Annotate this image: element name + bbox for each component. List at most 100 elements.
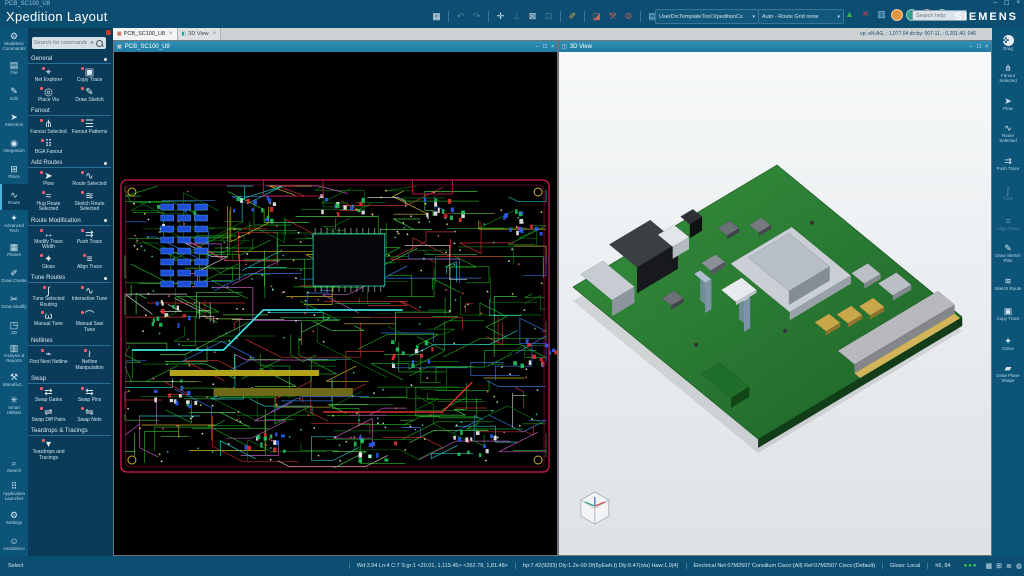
rail-planes-button[interactable]: ▦ Planes [0,236,28,262]
gloss-button[interactable]: ✦ Gloss [28,252,69,272]
rail-application-launcher-button[interactable]: ⠿ Application Launcher [0,478,28,504]
place-via-button[interactable]: ◎ Place Via [28,85,69,105]
view3d-window-titlebar[interactable]: ◫ 3D View – ☐ × [559,41,991,52]
rail-modeless-commands-button[interactable]: ⚙ Modeless Commands [0,28,28,54]
rail-plow-button[interactable]: ➤ Plow [992,88,1024,118]
rail-place-button[interactable]: ⊞ Place [0,158,28,184]
report-icon[interactable]: ▥ [875,8,888,21]
check-icon[interactable]: ▲ [843,8,856,21]
swap-pins-button[interactable]: ⇆ Swap Pins [69,385,110,405]
tab-close-icon[interactable]: × [213,31,217,37]
rail-route-button[interactable]: ∿ Route [0,184,28,210]
section-header-tune-routes[interactable]: Tune Routes [28,273,111,283]
pin-icon[interactable]: ✛ [494,10,507,23]
tune-selected-routing-button[interactable]: ∫ Tune Selected Routing [28,284,69,309]
bga-fanout-button[interactable]: ⠿ BGA Fanout [28,137,69,157]
hug-route-selected-button[interactable]: ≈ Hug Route Selected [28,189,69,214]
teardrops-and-tracings-button[interactable]: ▾ Teardrops and Tracings [28,437,69,462]
rail-draw-sketch-plan-button[interactable]: ✎ Draw Sketch Plan [992,238,1024,268]
netline-manipulation-button[interactable]: ≀ Netline Manipulation [69,347,110,372]
pcb-window-titlebar[interactable]: ▦ PCB_SC100_U8 – ☐ × [114,41,557,52]
search-icon[interactable] [96,39,103,47]
fanout-patterns-button[interactable]: ☰ Fanout Patterns [69,117,110,137]
rail-gloss-button[interactable]: ✦ Gloss [992,328,1024,358]
rail-search-button[interactable]: ⌕ Search [0,452,28,478]
layers-icon[interactable]: ≣ [1004,562,1014,570]
close-button[interactable]: × [1016,0,1020,7]
align-trace-button[interactable]: ≡ Align Trace [69,252,110,272]
rail-draw-create-button[interactable]: ✐ Draw Create [0,262,28,288]
rail-align-trace-button[interactable]: ≡ Align Trace [992,208,1024,238]
cells-icon[interactable]: ⊞ [994,562,1004,570]
find-next-netline-button[interactable]: ⌁ Find Next Netline [28,347,69,372]
rail-smart-utilities-button[interactable]: ✳ Smart Utilities [0,392,28,418]
lock-icon[interactable]: ⊠ [526,10,539,23]
copy-trace-button[interactable]: ▣ Copy Trace [69,65,110,85]
rail-draw-plane-shape-button[interactable]: ▰ Draw Plane Shape [992,358,1024,388]
rail-file-button[interactable]: ▤ File [0,54,28,80]
rail-tune-button[interactable]: ∫ Tune [992,178,1024,208]
tab-close-icon[interactable]: × [169,31,173,37]
rail-analysis-reports-button[interactable]: ▥ Analysis & Reports [0,340,28,366]
plow-button[interactable]: ➤ Plow [28,169,69,189]
rail-assistance-button[interactable]: ☺ Assistance [0,530,28,556]
manual-saw-tune-button[interactable]: ⌒ Manual Saw Tune [69,309,110,334]
draw-sketch-button[interactable]: ✎ Draw Sketch [69,85,110,105]
clear-search-icon[interactable]: × [89,40,95,47]
rail-sketch-route-button[interactable]: ≋ Sketch Route [992,268,1024,298]
net-explorer-button[interactable]: ⌖ Net Explorer [28,65,69,85]
route-selected-button[interactable]: ∿ Route Selected [69,169,110,189]
section-header-fanout[interactable]: Fanout [28,106,111,116]
rail-fanout-selected-button[interactable]: ⋔ Fanout Selected [992,58,1024,88]
rail-edit-button[interactable]: ✎ Edit [0,80,28,106]
section-header-add-routes[interactable]: Add Routes [28,158,111,168]
window-close-icon[interactable]: × [551,44,554,50]
rail-manufact-button[interactable]: ⚒ Manufact... [0,366,28,392]
interactive-tune-button[interactable]: ∿ Interactive Tune [69,284,110,309]
rail-3d-button[interactable]: ◳ 3D [0,314,28,340]
rail-integration-button[interactable]: ◉ Integration [0,132,28,158]
swap-nets-button[interactable]: ⇋ Swap Nets [69,405,110,425]
rail-route-selected-button[interactable]: ∿ Route Selected [992,118,1024,148]
panel-pin-icon[interactable] [106,30,111,35]
tab-3d-view[interactable]: ◧ 3D View × [177,28,222,40]
world-icon[interactable]: ◍ [1014,562,1024,570]
window-minimize-icon[interactable]: – [536,44,539,50]
unlock-icon[interactable]: ⊡ [542,10,555,23]
command-search-input[interactable] [32,40,89,46]
rail-settings-button[interactable]: ⚙ Settings [0,504,28,530]
tab-pcb-sc100-u8[interactable]: ▦ PCB_SC100_U8 × [113,28,178,40]
window-maximize-icon[interactable]: ☐ [977,44,981,50]
window-maximize-icon[interactable]: ☐ [543,44,547,50]
manual-tune-button[interactable]: ω Manual Tune [28,309,69,334]
rail-copy-trace-button[interactable]: ▣ Copy Trace [992,298,1024,328]
grid-icon[interactable]: ▦ [984,562,995,570]
eraser-icon[interactable]: ◪ [590,10,603,23]
design-status-icon[interactable]: ▦ [430,10,443,23]
minimize-button[interactable]: – [994,0,997,7]
section-header-netlines[interactable]: Netlines [28,336,111,346]
drc-template-dropdown[interactable]: UserDrcTemplateTool:XpeditionCs ▾ [655,9,759,24]
route-grid-dropdown[interactable]: Auto - Route Grid none ▾ [758,9,844,24]
rail-push-trace-button[interactable]: ⇉ Push Trace [992,148,1024,178]
pcb-3d-canvas[interactable] [559,52,991,555]
redo-icon[interactable]: ↷ [470,10,483,23]
swap-gates-button[interactable]: ⇄ Swap Gates [28,385,69,405]
rail-advanced-tech-button[interactable]: ✦ Advanced Tech [0,210,28,236]
modify-trace-width-button[interactable]: ↔ Modify Trace Width [28,227,69,252]
rail-selection-button[interactable]: ➤ Selection [0,106,28,132]
undo-icon[interactable]: ↶ [454,10,467,23]
section-header-teardrops-tracings[interactable]: Teardrops & Tracings [28,426,111,436]
wrench-icon[interactable]: ⚙ [622,10,635,23]
section-header-route-modification[interactable]: Route Modification [28,216,111,226]
section-header-swap[interactable]: Swap [28,374,111,384]
window-close-icon[interactable]: × [985,44,988,50]
cross-icon[interactable]: ✕ [859,8,872,21]
swap-diff-pairs-button[interactable]: ⇌ Swap Diff Pairs [28,405,69,425]
fanout-selected-button[interactable]: ⋔ Fanout Selected [28,117,69,137]
rail-drag-button[interactable]: ✜ Drag [992,28,1024,58]
push-trace-button[interactable]: ⇉ Push Trace [69,227,110,252]
hammer-icon[interactable]: ⚒ [606,10,619,23]
measure-icon[interactable]: ✐ [566,10,579,23]
pcb-layout-canvas[interactable] [114,52,557,555]
